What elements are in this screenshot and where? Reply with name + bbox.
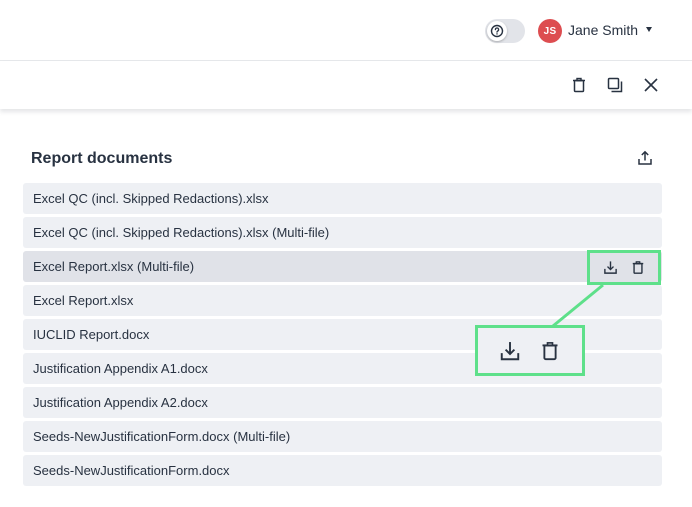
top-bar: JS Jane Smith bbox=[0, 0, 692, 61]
document-name: Justification Appendix A1.docx bbox=[33, 361, 208, 376]
document-name: Excel QC (incl. Skipped Redactions).xlsx bbox=[33, 191, 269, 206]
action-bar bbox=[0, 61, 692, 109]
list-item[interactable]: Excel QC (incl. Skipped Redactions).xlsx… bbox=[23, 217, 662, 248]
list-item[interactable]: Excel Report.xlsx (Multi-file) bbox=[23, 251, 662, 282]
list-item[interactable]: Seeds-NewJustificationForm.docx bbox=[23, 455, 662, 486]
list-item[interactable]: Seeds-NewJustificationForm.docx (Multi-f… bbox=[23, 421, 662, 452]
trash-icon bbox=[573, 77, 585, 93]
copy-icon bbox=[607, 77, 623, 93]
list-item[interactable]: Excel QC (incl. Skipped Redactions).xlsx bbox=[23, 183, 662, 214]
document-name: IUCLID Report.docx bbox=[33, 327, 150, 342]
document-name: Seeds-NewJustificationForm.docx (Multi-f… bbox=[33, 429, 291, 444]
avatar[interactable]: JS bbox=[538, 19, 562, 43]
close-button[interactable] bbox=[641, 75, 661, 95]
list-item[interactable]: Justification Appendix A2.docx bbox=[23, 387, 662, 418]
help-mode-toggle[interactable] bbox=[485, 19, 525, 43]
trash-icon bbox=[632, 261, 644, 274]
delete-button[interactable] bbox=[569, 75, 589, 95]
document-name: Justification Appendix A2.docx bbox=[33, 395, 208, 410]
download-button[interactable] bbox=[601, 259, 619, 277]
download-icon bbox=[497, 338, 523, 364]
chevron-down-icon[interactable] bbox=[646, 27, 652, 32]
upload-icon bbox=[638, 150, 652, 165]
panel-title: Report documents bbox=[31, 150, 173, 167]
trash-icon bbox=[537, 338, 563, 364]
question-circle-icon bbox=[487, 21, 507, 41]
document-name: Seeds-NewJustificationForm.docx bbox=[33, 463, 230, 478]
row-actions-highlight bbox=[587, 250, 661, 285]
download-icon bbox=[603, 261, 617, 274]
document-name: Excel Report.xlsx (Multi-file) bbox=[33, 259, 195, 274]
delete-document-button[interactable] bbox=[629, 259, 647, 277]
document-name: Excel QC (incl. Skipped Redactions).xlsx… bbox=[33, 225, 330, 240]
copy-button[interactable] bbox=[605, 75, 625, 95]
close-icon bbox=[644, 78, 658, 92]
export-button[interactable] bbox=[636, 149, 654, 167]
user-name[interactable]: Jane Smith bbox=[568, 22, 638, 38]
list-item[interactable]: Excel Report.xlsx bbox=[23, 285, 662, 316]
document-name: Excel Report.xlsx bbox=[33, 293, 134, 308]
zoomed-row-actions-callout bbox=[475, 325, 585, 376]
